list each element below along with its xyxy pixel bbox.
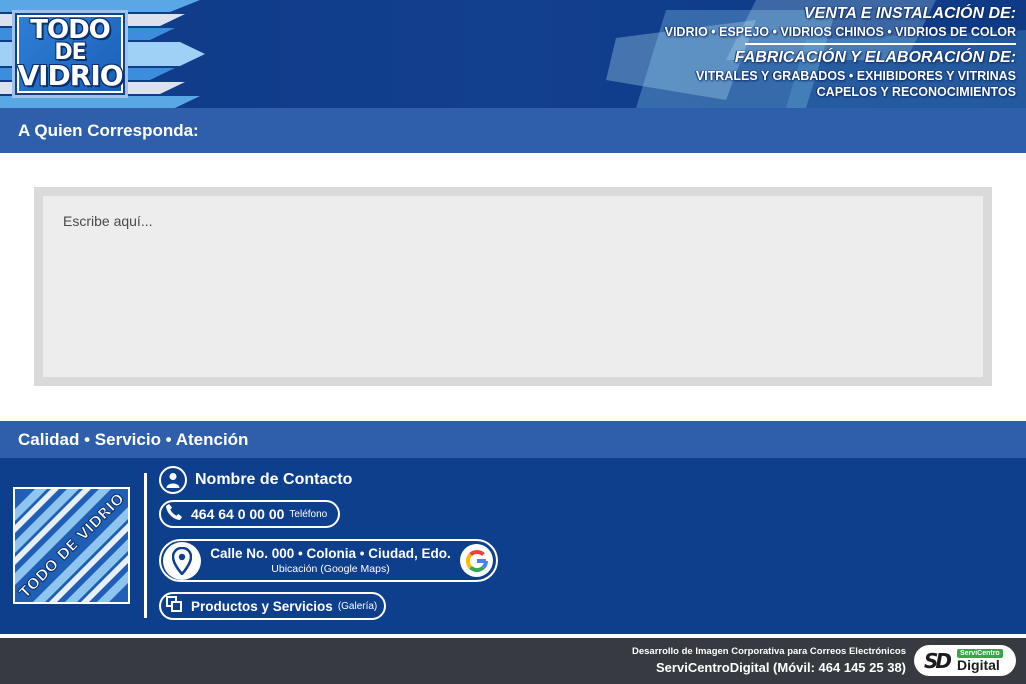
- servicentro-badge[interactable]: SD ServiCentro Digital: [914, 645, 1016, 676]
- contact-divider: [144, 473, 147, 618]
- fab-items-line-1: VITRALES Y GRABADOS • EXHIBIDORES Y VITR…: [695, 69, 1016, 83]
- credit-block: Desarrollo de Imagen Corporativa para Co…: [632, 645, 906, 677]
- contact-name-row: Nombre de Contacto: [159, 466, 352, 494]
- products-gallery-link[interactable]: Productos y Servicios (Galería): [159, 592, 386, 620]
- sale-items: VIDRIO • ESPEJO • VIDRIOS CHINOS • VIDRI…: [664, 25, 1016, 39]
- google-icon: [460, 544, 493, 577]
- logo-word-3: VIDRIO: [17, 59, 123, 93]
- products-text: Productos y Servicios: [191, 598, 333, 614]
- fab-heading: FABRICACIÓN Y ELABORACIÓN DE:: [734, 49, 1016, 66]
- phone-icon: [165, 503, 183, 526]
- address-text: Calle No. 000 • Colonia • Ciudad, Edo. U…: [201, 545, 496, 576]
- servicentro-wordmark: ServiCentro Digital: [957, 648, 1003, 673]
- credit-line: Desarrollo de Imagen Corporativa para Co…: [631, 646, 906, 657]
- footer-logo-graphic: TODO DE VIDRIO: [15, 489, 128, 602]
- products-label: (Galería): [337, 600, 378, 612]
- user-icon: [159, 466, 187, 494]
- address-main: Calle No. 000 • Colonia • Ciudad, Edo.: [210, 546, 451, 561]
- tagline-divider: [744, 43, 1016, 45]
- phone-label: Teléfono: [289, 508, 328, 520]
- gallery-icon: [165, 595, 183, 618]
- credit-main[interactable]: ServiCentroDigital (Móvil: 464 145 25 38…: [632, 658, 906, 677]
- contact-section: TODO DE VIDRIO Nombre de Contacto 464 64…: [0, 458, 1026, 634]
- message-frame: [34, 187, 992, 386]
- message-textarea[interactable]: [43, 196, 983, 377]
- fab-items-line-2: CAPELOS Y RECONOCIMIENTOS: [816, 85, 1016, 99]
- brand-logo-face: TODO DE VIDRIO: [17, 17, 124, 93]
- credit-bar: Desarrollo de Imagen Corporativa para Co…: [0, 638, 1026, 684]
- phone-link[interactable]: 464 64 0 00 00 Teléfono: [159, 500, 340, 528]
- header-banner: TODO DE VIDRIO VENTA E INSTALACIÓN DE: V…: [0, 0, 1026, 108]
- location-pin-icon: [163, 541, 201, 580]
- sale-heading: VENTA E INSTALACIÓN DE:: [803, 5, 1016, 22]
- address-label: Ubicación (Google Maps): [271, 563, 390, 575]
- slogan-bar: Calidad • Servicio • Atención: [0, 421, 1026, 458]
- phone-number: 464 64 0 00 00: [191, 506, 285, 522]
- greeting-bar: A Quien Corresponda:: [0, 108, 1026, 153]
- servicentro-mark: SD: [924, 648, 952, 673]
- servicentro-big: Digital: [957, 656, 1000, 673]
- address-link[interactable]: Calle No. 000 • Colonia • Ciudad, Edo. U…: [159, 539, 498, 582]
- services-tagline: VENTA E INSTALACIÓN DE: VIDRIO • ESPEJO …: [665, 4, 1016, 100]
- brand-logo[interactable]: TODO DE VIDRIO: [12, 10, 128, 98]
- footer-logo[interactable]: TODO DE VIDRIO: [13, 487, 130, 604]
- contact-name: Nombre de Contacto: [195, 471, 353, 488]
